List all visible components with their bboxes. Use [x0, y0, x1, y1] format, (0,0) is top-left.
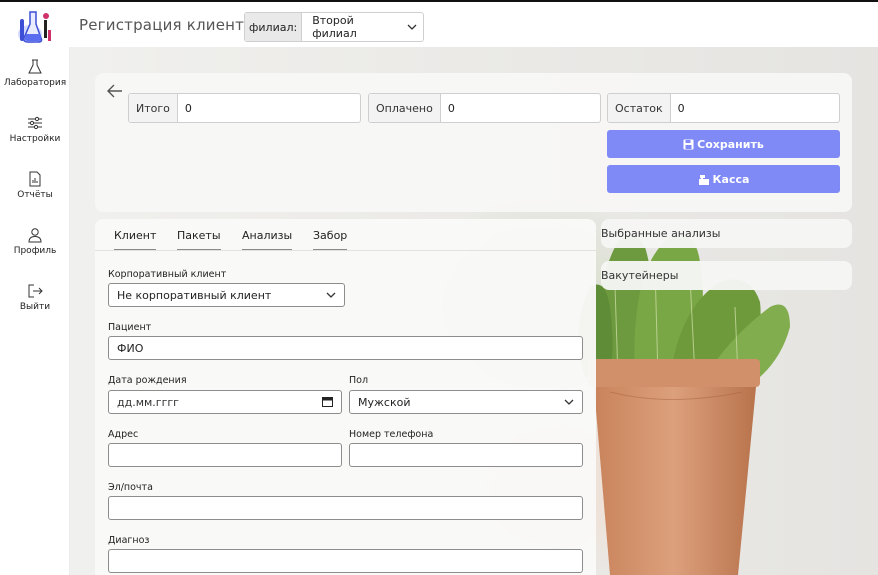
balance-field: Остаток 0 — [607, 93, 840, 123]
selected-tests-panel[interactable]: Выбранные анализы — [601, 219, 852, 248]
cash-register-button[interactable]: Касса — [607, 165, 840, 193]
cash-register-button-label: Касса — [712, 172, 750, 186]
selected-tests-title: Выбранные анализы — [601, 227, 721, 240]
logout-icon — [28, 284, 43, 298]
email-label: Эл/почта — [108, 482, 153, 493]
balance-value: 0 — [677, 101, 685, 115]
corporate-client-value: Не корпоративный клиент — [117, 288, 272, 302]
cash-register-icon — [698, 174, 709, 185]
total-label: Итого — [129, 94, 178, 122]
calendar-icon[interactable] — [322, 396, 333, 407]
lab-logo-icon — [8, 6, 56, 46]
save-button-label: Сохранить — [697, 137, 764, 151]
sidebar-item-label: Профиль — [13, 246, 57, 256]
paid-field: Оплачено 0 — [368, 93, 601, 123]
address-label: Адрес — [108, 429, 139, 440]
birth-date-input[interactable]: дд.мм.гггг — [108, 390, 342, 414]
tab-sampling[interactable]: Забор — [313, 229, 348, 250]
sidebar-item-settings[interactable]: Настройки — [0, 115, 70, 144]
page-title: Регистрация клиента — [79, 16, 254, 34]
sidebar-item-logout[interactable]: Выйти — [0, 283, 70, 312]
total-field: Итого 0 — [128, 93, 361, 123]
phone-input[interactable] — [349, 443, 583, 467]
sidebar-item-profile[interactable]: Профиль — [0, 227, 70, 256]
vacutainers-panel[interactable]: Вакутейнеры — [601, 261, 852, 290]
patient-input[interactable]: ФИО — [108, 336, 583, 360]
paid-label: Оплачено — [369, 94, 441, 122]
diagnosis-input[interactable] — [108, 549, 583, 573]
sidebar-item-reports[interactable]: Отчёты — [0, 171, 70, 200]
tab-packages[interactable]: Пакеты — [177, 229, 221, 250]
save-button[interactable]: Сохранить — [607, 130, 840, 158]
birth-date-label: Дата рождения — [108, 375, 187, 386]
phone-label: Номер телефона — [349, 429, 434, 440]
branch-select[interactable]: филиал: Второй филиал — [244, 12, 424, 42]
chevron-down-icon — [326, 292, 336, 298]
corporate-client-label: Корпоративный клиент — [108, 269, 227, 280]
sliders-icon — [28, 116, 42, 130]
tab-client[interactable]: Клиент — [114, 229, 157, 250]
report-icon — [29, 171, 41, 187]
patient-label: Пациент — [108, 322, 152, 333]
sidebar-item-label: Настройки — [9, 134, 61, 144]
birth-date-placeholder: дд.мм.гггг — [117, 395, 179, 409]
branch-label: филиал: — [245, 13, 303, 41]
vacutainers-title: Вакутейнеры — [601, 269, 679, 282]
corporate-client-select[interactable]: Не корпоративный клиент — [108, 283, 345, 307]
sidebar-item-label: Отчёты — [17, 190, 53, 200]
chevron-down-icon — [564, 399, 574, 405]
email-input[interactable] — [108, 496, 583, 520]
paid-value: 0 — [447, 101, 455, 115]
back-arrow-icon[interactable] — [106, 82, 124, 100]
gender-label: Пол — [349, 375, 369, 386]
top-bar: Регистрация клиента филиал: Второй филиа… — [0, 0, 878, 47]
flask-icon — [28, 59, 42, 74]
patient-placeholder: ФИО — [117, 341, 144, 355]
sidebar-item-label: Лаборатория — [3, 78, 67, 88]
balance-label: Остаток — [608, 94, 671, 122]
total-value: 0 — [184, 101, 192, 115]
user-icon — [28, 228, 42, 243]
address-input[interactable] — [108, 443, 342, 467]
chevron-down-icon — [401, 24, 423, 30]
branch-value: Второй филиал — [312, 14, 357, 40]
tab-tests[interactable]: Анализы — [242, 229, 293, 250]
diagnosis-label: Диагноз — [108, 535, 150, 546]
sidebar-item-laboratory[interactable]: Лаборатория — [0, 59, 70, 88]
gender-value: Мужской — [358, 395, 411, 409]
gender-select[interactable]: Мужской — [349, 390, 583, 414]
floppy-disk-icon — [683, 139, 694, 149]
sidebar-item-label: Выйти — [19, 302, 51, 312]
